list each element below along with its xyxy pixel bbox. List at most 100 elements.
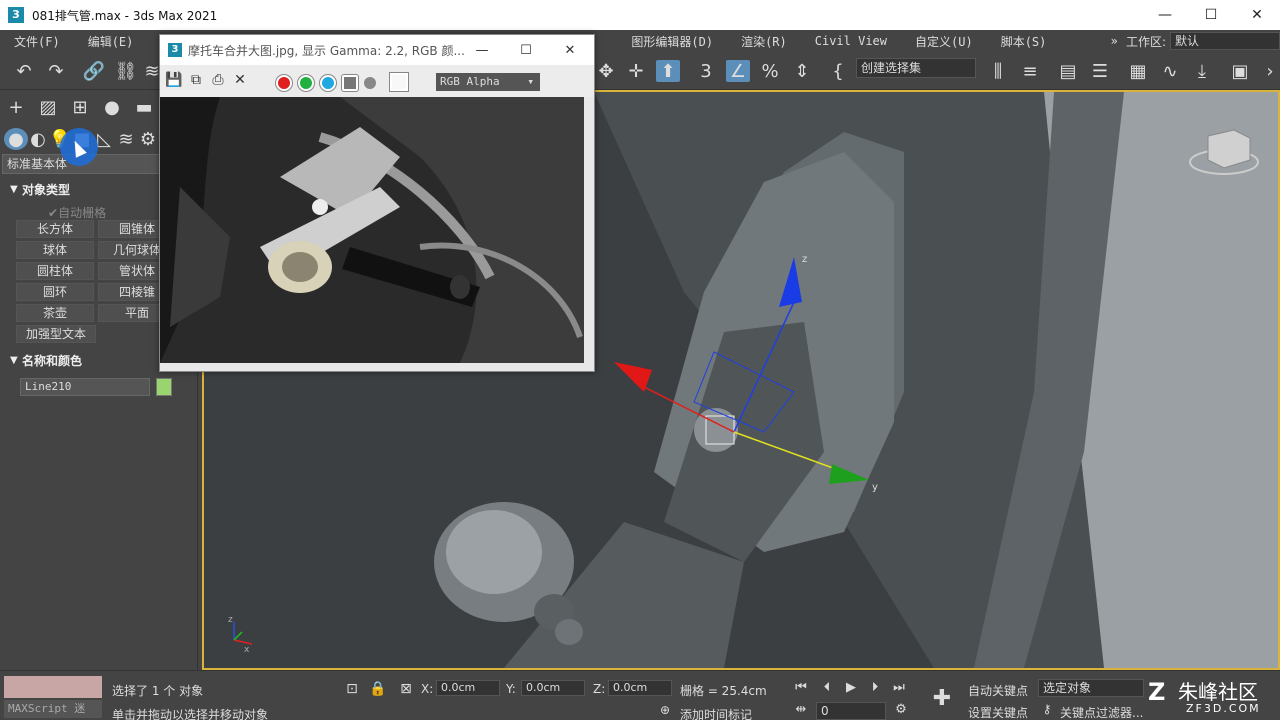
maximize-icon: ☐ xyxy=(520,42,532,58)
box-button[interactable]: 长方体 xyxy=(16,220,94,238)
blue-channel-button[interactable] xyxy=(320,75,336,91)
redo-icon[interactable]: ↷ xyxy=(44,60,68,82)
go-to-start-icon[interactable]: ⏮ xyxy=(792,680,810,696)
menu-edit[interactable]: 编辑(E) xyxy=(74,33,148,50)
clone-image-icon[interactable]: ⧉ xyxy=(184,69,208,91)
menu-overflow-icon[interactable]: » xyxy=(1111,34,1118,48)
angle-snap-icon[interactable]: ∠ xyxy=(726,60,750,82)
auto-key-button[interactable]: 自动关键点 xyxy=(968,682,1028,699)
key-filters-button[interactable]: 关键点过滤器... xyxy=(1060,704,1143,720)
curve-editor-icon[interactable]: ∿ xyxy=(1158,60,1182,82)
menu-civil-view[interactable]: Civil View xyxy=(801,34,901,48)
z-coordinate-field[interactable]: 0.0cm xyxy=(608,680,672,696)
mirror-icon[interactable]: ⫼ xyxy=(986,60,1010,82)
auto-grid-checkbox[interactable]: ✔自动栅格 xyxy=(48,204,106,221)
set-key-button[interactable]: 设置关键点 xyxy=(968,704,1028,720)
image-horizontal-scrollbar[interactable] xyxy=(160,363,594,371)
display-tab-icon[interactable]: ▬ xyxy=(132,96,156,118)
time-config-icon[interactable]: ⚙ xyxy=(892,702,910,718)
image-vertical-scrollbar[interactable] xyxy=(584,97,594,363)
image-minimize-button[interactable]: — xyxy=(460,35,504,65)
menu-graph-editors[interactable]: 图形编辑器(D) xyxy=(617,33,727,50)
next-frame-icon[interactable]: ⏵ xyxy=(866,680,884,696)
shapes-icon[interactable]: ◐ xyxy=(26,128,50,150)
current-frame-field[interactable]: 0 xyxy=(816,702,886,720)
swatch-button[interactable] xyxy=(390,73,408,91)
graph-editor-icon[interactable]: ▦ xyxy=(1126,60,1150,82)
time-tag-icon[interactable]: ⊕ xyxy=(656,702,674,718)
watermark-logo-icon: Z xyxy=(1148,678,1166,706)
set-key-icon[interactable]: ✚ xyxy=(928,684,956,712)
key-mode-icon[interactable]: ⇹ xyxy=(792,702,810,718)
y-coordinate-field[interactable]: 0.0cm xyxy=(521,680,585,696)
create-tab-icon[interactable]: + xyxy=(4,96,28,118)
maximize-button[interactable]: ☐ xyxy=(1188,0,1234,30)
image-close-button[interactable]: ✕ xyxy=(548,35,592,65)
teapot-button[interactable]: 茶壶 xyxy=(16,304,94,322)
transform-icon[interactable]: ✥ xyxy=(594,60,618,82)
menu-scripting[interactable]: 脚本(S) xyxy=(987,33,1061,50)
green-channel-button[interactable] xyxy=(298,75,314,91)
systems-icon[interactable]: ⚙ xyxy=(136,128,160,150)
motion-tab-icon[interactable]: ● xyxy=(100,96,124,118)
absolute-mode-icon[interactable]: ⊠ xyxy=(394,678,418,700)
collapse-icon: ▼ xyxy=(10,355,18,366)
spinner-snap-icon[interactable]: ⇕ xyxy=(790,60,814,82)
layer-icon[interactable]: ☰ xyxy=(1088,60,1112,82)
object-name-field[interactable]: Line210 xyxy=(20,378,150,396)
print-image-icon[interactable]: ⎙ xyxy=(206,69,230,91)
render-setup-icon[interactable]: ▣ xyxy=(1228,60,1252,82)
cylinder-button[interactable]: 圆柱体 xyxy=(16,262,94,280)
alpha-channel-button[interactable] xyxy=(342,75,358,91)
save-image-icon[interactable]: 💾 xyxy=(162,69,186,91)
geometry-icon[interactable]: ● xyxy=(4,128,28,150)
close-icon: ✕ xyxy=(1251,7,1263,23)
channel-dropdown[interactable]: RGB Alpha ▾ xyxy=(436,73,540,91)
go-to-end-icon[interactable]: ⏭ xyxy=(890,680,908,696)
red-channel-button[interactable] xyxy=(276,75,292,91)
image-viewer-window[interactable]: 3 摩托车合并大图.jpg, 显示 Gamma: 2.2, RGB 颜... —… xyxy=(159,34,595,372)
align-icon[interactable]: ≡ xyxy=(1018,60,1042,82)
torus-button[interactable]: 圆环 xyxy=(16,283,94,301)
key-selection-dropdown[interactable]: 选定对象 xyxy=(1038,679,1144,697)
undo-icon[interactable]: ↶ xyxy=(12,60,36,82)
workspace-dropdown[interactable]: 默认 xyxy=(1170,32,1280,50)
maxscript-mini-listener[interactable]: MAXScript 迷 xyxy=(4,700,102,718)
placement-icon[interactable]: ⬆ xyxy=(656,60,680,82)
menu-customize[interactable]: 自定义(U) xyxy=(901,33,987,50)
lock-selection-icon[interactable]: 🔒 xyxy=(366,678,390,700)
menu-rendering[interactable]: 渲染(R) xyxy=(727,33,801,50)
object-color-swatch[interactable] xyxy=(156,378,172,396)
selection-set-dropdown[interactable]: 创建选择集 xyxy=(856,58,976,78)
percent-snap-icon[interactable]: % xyxy=(758,60,782,82)
modify-tab-icon[interactable]: ▨ xyxy=(36,96,60,118)
isolate-icon[interactable]: ⊡ xyxy=(340,678,364,700)
mono-channel-button[interactable] xyxy=(364,77,376,89)
add-time-tag[interactable]: 添加时间标记 xyxy=(680,706,752,720)
close-button[interactable]: ✕ xyxy=(1234,0,1280,30)
link-icon[interactable]: 🔗 xyxy=(82,60,106,82)
x-coordinate-field[interactable]: 0.0cm xyxy=(436,680,500,696)
schematic-icon[interactable]: ⤓ xyxy=(1190,60,1214,82)
play-icon[interactable]: ▶ xyxy=(842,680,860,696)
clear-image-icon[interactable]: ✕ xyxy=(228,69,252,91)
named-selection-icon[interactable]: { xyxy=(826,60,850,82)
watermark-brand: 朱峰社区 xyxy=(1178,680,1258,704)
hierarchy-tab-icon[interactable]: ⊞ xyxy=(68,96,92,118)
spacewarps-icon[interactable]: ≋ xyxy=(114,128,138,150)
workspace-selector: » 工作区: 默认 xyxy=(1111,30,1280,52)
textplus-button[interactable]: 加强型文本 xyxy=(16,325,96,343)
image-maximize-button[interactable]: ☐ xyxy=(504,35,548,65)
maxscript-listener[interactable] xyxy=(4,676,102,698)
previous-frame-icon[interactable]: ⏴ xyxy=(818,680,836,696)
minimize-button[interactable]: — xyxy=(1142,0,1188,30)
snap-3d-icon[interactable]: 3 xyxy=(694,60,718,82)
toolbar-overflow-icon[interactable]: › xyxy=(1258,60,1280,82)
unlink-icon[interactable]: ⛓ xyxy=(114,60,138,82)
scene-explorer-icon[interactable]: ▤ xyxy=(1056,60,1080,82)
move-icon[interactable]: ✛ xyxy=(624,60,648,82)
motorcycle-image xyxy=(160,97,584,363)
key-filter-icon[interactable]: ⚷ xyxy=(1038,700,1056,718)
sphere-button[interactable]: 球体 xyxy=(16,241,94,259)
menu-file[interactable]: 文件(F) xyxy=(0,33,74,50)
